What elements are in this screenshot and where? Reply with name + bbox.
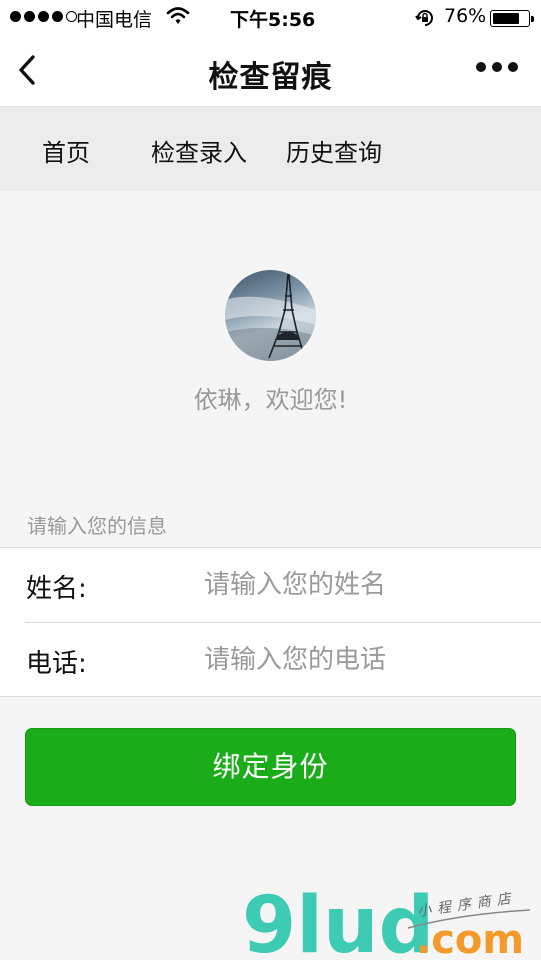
dot-icon (508, 62, 518, 72)
tab-bar: 首页 检查录入 历史查询 (0, 107, 541, 191)
phone-row: 电话: (0, 623, 541, 697)
phone-input[interactable] (204, 637, 524, 683)
status-bar: 中国电信 下午5:56 76% (0, 0, 541, 34)
avatar (225, 270, 316, 361)
battery-icon (490, 10, 534, 27)
watermark-domain: .com (416, 917, 524, 960)
battery-percent: 76% (444, 5, 487, 27)
name-row: 姓名: (0, 548, 541, 623)
watermark-logo-text: 9lud (242, 881, 434, 960)
name-label: 姓名: (26, 574, 87, 604)
wifi-icon (166, 6, 190, 31)
eiffel-tower-photo (225, 273, 316, 361)
carrier-name: 中国电信 (76, 9, 153, 31)
navigation-bar: 检查留痕 (0, 34, 541, 107)
status-time: 下午5:56 (230, 9, 316, 31)
form-section-label: 请输入您的信息 (27, 514, 167, 538)
signal-strength-icon (10, 11, 77, 22)
tab-home[interactable]: 首页 (42, 133, 90, 168)
dot-icon (492, 62, 502, 72)
bind-identity-button[interactable]: 绑定身份 (25, 728, 516, 806)
info-form: 姓名: 电话: (0, 547, 541, 697)
dot-icon (476, 62, 486, 72)
page-title: 检查留痕 (208, 60, 333, 95)
name-input[interactable] (204, 562, 524, 608)
watermark-logo: 9lud .com 小程序商店 (240, 880, 540, 960)
tab-inspection-entry[interactable]: 检查录入 (151, 133, 247, 168)
phone-label: 电话: (26, 649, 87, 679)
tab-history-query[interactable]: 历史查询 (286, 133, 382, 168)
welcome-message: 依琳，欢迎您! (193, 386, 348, 414)
rotation-lock-icon (414, 7, 436, 34)
more-options-button[interactable] (476, 62, 518, 72)
